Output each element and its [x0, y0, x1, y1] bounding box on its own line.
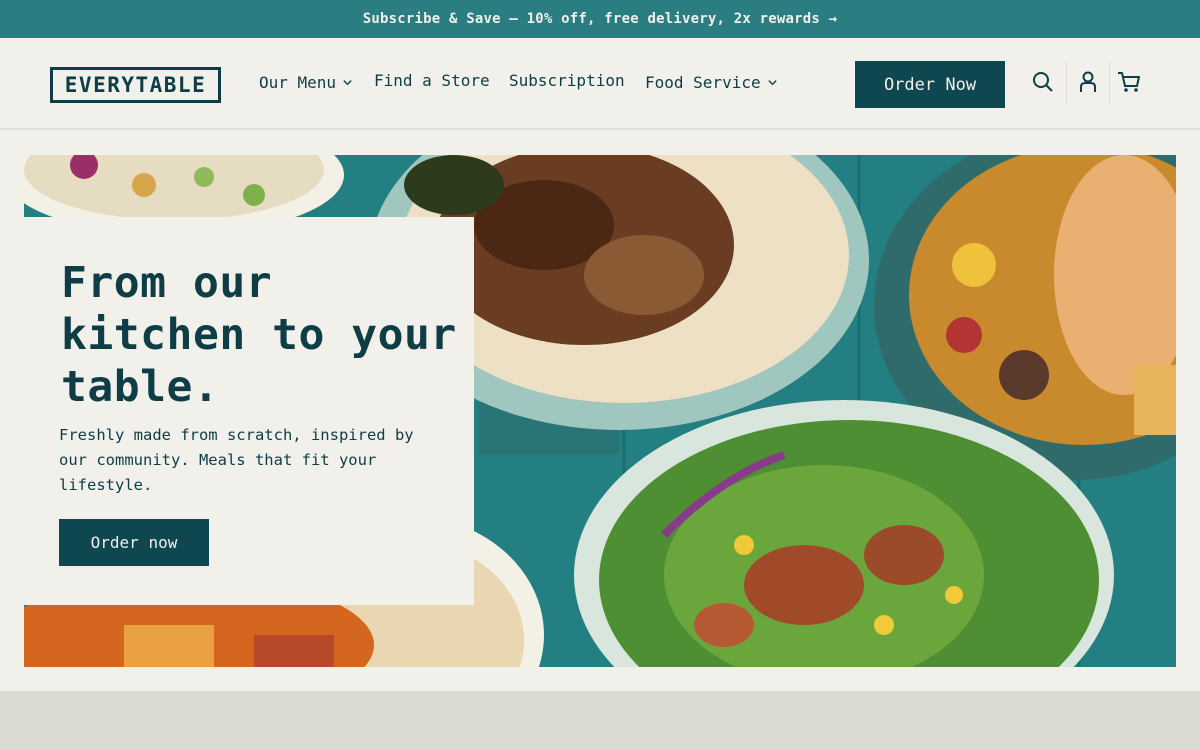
promo-banner[interactable]: Subscribe & Save — 10% off, free deliver… [0, 0, 1200, 38]
divider [1066, 62, 1067, 104]
hero-description: Freshly made from scratch, inspired by o… [59, 426, 414, 494]
account-icon[interactable] [1076, 70, 1100, 94]
promo-link[interactable]: Subscribe & Save — 10% off, free deliver… [363, 11, 838, 27]
hero-card: From our kitchen to your table. Freshly … [24, 217, 474, 605]
nav-food-service[interactable]: Food Service [645, 73, 778, 92]
cart-icon[interactable] [1117, 70, 1141, 94]
hero-headline: From our kitchen to your table. [61, 258, 457, 412]
logo[interactable]: EVERYTABLE [50, 67, 221, 103]
nav-food-service-label: Food Service [645, 73, 761, 92]
site-header: EVERYTABLE Our Menu Find a Store Subscri… [0, 38, 1200, 130]
nav-our-menu[interactable]: Our Menu [259, 73, 353, 92]
search-icon[interactable] [1031, 70, 1055, 94]
section-background [0, 691, 1200, 750]
nav-subscription-label: Subscription [509, 71, 625, 90]
nav-find-store-label: Find a Store [374, 71, 490, 90]
chevron-down-icon [767, 80, 777, 86]
chevron-down-icon [343, 80, 352, 86]
order-now-button[interactable]: Order Now [855, 61, 1005, 108]
nav-our-menu-label: Our Menu [259, 73, 337, 92]
nav-find-store[interactable]: Find a Store [374, 71, 490, 90]
nav-subscription[interactable]: Subscription [509, 71, 625, 90]
hero-order-button[interactable]: Order now [59, 519, 209, 566]
divider [1109, 62, 1110, 104]
